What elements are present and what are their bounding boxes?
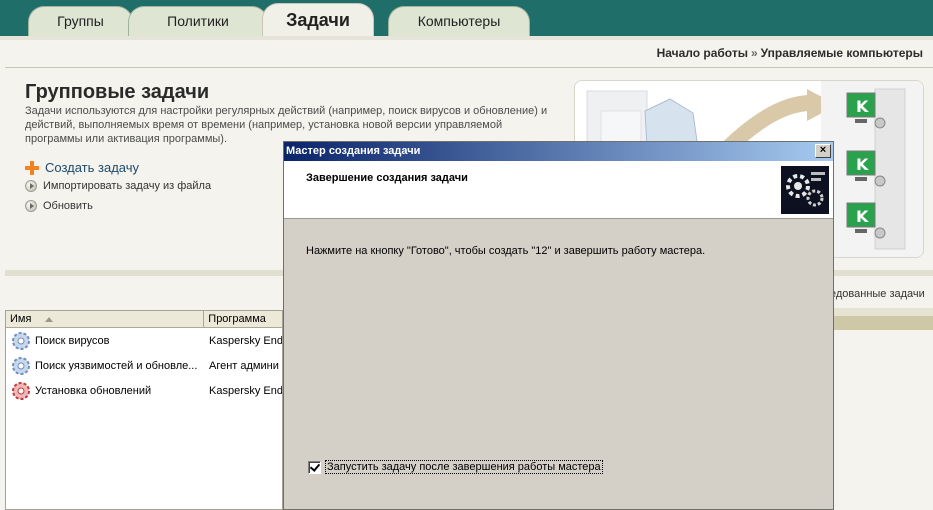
svg-text:K: K (856, 155, 869, 174)
dialog-header: Завершение создания задачи (284, 161, 833, 219)
task-name: Поиск вирусов (35, 334, 110, 347)
refresh-link[interactable]: Обновить (25, 200, 93, 212)
dialog-title: Мастер создания задачи (286, 145, 421, 157)
tab-bar: Группы Политики Задачи Компьютеры (0, 0, 933, 36)
tab-groups[interactable]: Группы (28, 6, 133, 36)
column-header-name[interactable]: Имя (6, 311, 205, 327)
column-header-program[interactable]: Программа (204, 311, 282, 327)
tab-label: Политики (167, 13, 229, 29)
dialog-step-title: Завершение создания задачи (306, 172, 468, 184)
column-label: Программа (208, 313, 266, 325)
tab-policies[interactable]: Политики (128, 6, 268, 36)
table-row[interactable]: Установка обновлений Kaspersky End (6, 378, 282, 403)
scheduled-tasks-label[interactable]: едованные задачи (830, 288, 925, 300)
tab-tasks[interactable]: Задачи (262, 3, 374, 36)
dialog-titlebar[interactable]: Мастер создания задачи × (284, 142, 833, 161)
close-button[interactable]: × (815, 144, 831, 158)
svg-text:K: K (856, 207, 869, 226)
arrow-circle-icon (25, 180, 37, 192)
gear-red-icon (12, 381, 30, 400)
plus-icon (25, 160, 39, 175)
breadcrumb: Начало работы» Управляемые компьютеры (657, 46, 923, 60)
tab-computers[interactable]: Компьютеры (388, 6, 530, 36)
tab-underline (0, 36, 933, 40)
page-title: Групповые задачи (25, 81, 210, 103)
create-task-label: Создать задачу (45, 160, 140, 175)
table-header: Имя Программа (6, 311, 282, 328)
create-task-link[interactable]: Создать задачу (25, 160, 139, 175)
divider (5, 67, 933, 68)
import-task-link[interactable]: Импортировать задачу из файла (25, 180, 211, 192)
breadcrumb-separator: » (750, 46, 758, 60)
table-row[interactable]: Поиск вирусов Kaspersky End (6, 328, 282, 353)
import-task-label: Импортировать задачу из файла (43, 180, 212, 192)
gear-blue-icon (12, 331, 30, 350)
checkbox-checked-icon[interactable] (308, 460, 321, 474)
wizard-gears-icon (781, 166, 829, 214)
task-program: Kaspersky End (209, 334, 282, 347)
right-panel-header (830, 316, 933, 330)
sort-ascending-icon (45, 316, 54, 322)
breadcrumb-home[interactable]: Начало работы (657, 46, 748, 60)
task-wizard-dialog: Мастер создания задачи × Завершение созд… (283, 141, 834, 510)
run-after-finish-checkbox[interactable]: Запустить задачу после завершения работы… (308, 460, 603, 474)
task-name: Поиск уязвимостей и обновле... (35, 359, 198, 372)
page-description: Задачи используются для настройки регуля… (25, 105, 548, 145)
task-name-cell: Поиск уязвимостей и обновле... (6, 355, 205, 377)
task-name: Установка обновлений (35, 384, 152, 397)
refresh-label: Обновить (43, 200, 93, 212)
dialog-message: Нажмите на кнопку "Готово", чтобы создат… (306, 245, 706, 257)
task-name-cell: Поиск вирусов (6, 330, 205, 352)
arrow-circle-icon (25, 200, 37, 212)
tab-label: Группы (57, 13, 104, 29)
column-label: Имя (10, 313, 32, 325)
tab-label: Компьютеры (417, 13, 501, 29)
gear-blue-icon (12, 356, 30, 375)
checkbox-label: Запустить задачу после завершения работы… (325, 460, 603, 474)
right-panel-strip (830, 308, 933, 316)
task-name-cell: Установка обновлений (6, 380, 205, 402)
breadcrumb-current[interactable]: Управляемые компьютеры (761, 46, 923, 60)
svg-text:K: K (856, 97, 869, 116)
tasks-table[interactable]: Имя Программа Поиск вирусов Kaspersky En… (5, 310, 283, 510)
tab-label: Задачи (286, 10, 350, 30)
task-program: Агент админи (209, 359, 279, 372)
table-row[interactable]: Поиск уязвимостей и обновле... Агент адм… (6, 353, 282, 378)
task-program: Kaspersky End (209, 384, 282, 397)
